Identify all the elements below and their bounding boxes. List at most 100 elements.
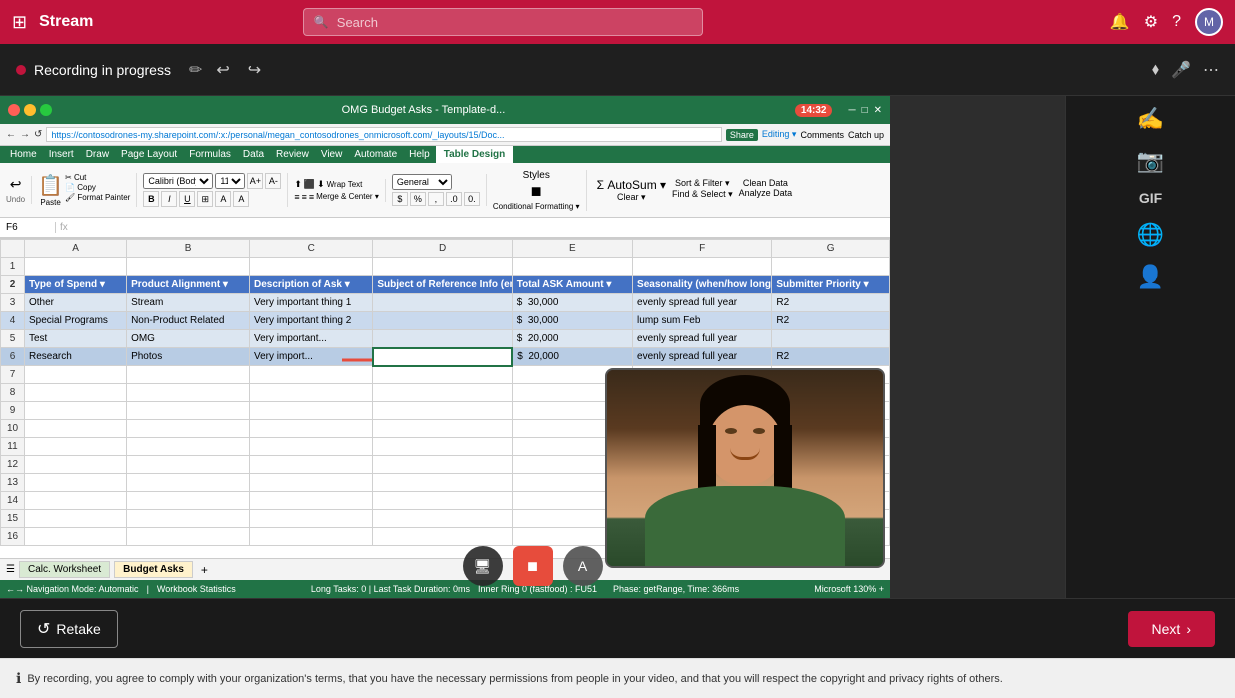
empty-cell[interactable] bbox=[250, 438, 373, 456]
clear-btn[interactable]: Clear ▾ bbox=[617, 192, 646, 203]
align-top-btn[interactable]: ⬆ bbox=[294, 179, 302, 190]
r3-season[interactable]: evenly spread full year bbox=[633, 294, 772, 312]
settings-button[interactable]: ⚙ bbox=[1144, 12, 1158, 32]
r1c3[interactable] bbox=[250, 258, 373, 276]
r3-priority[interactable]: R2 bbox=[772, 294, 890, 312]
empty-cell[interactable] bbox=[25, 474, 127, 492]
clean-data-btn[interactable]: Clean Data bbox=[743, 178, 788, 188]
pen-tool-btn[interactable]: ✍ bbox=[1137, 106, 1164, 132]
restore-icon[interactable]: □ bbox=[862, 105, 868, 116]
empty-cell[interactable] bbox=[250, 366, 373, 384]
empty-cell[interactable] bbox=[373, 492, 512, 510]
empty-cell[interactable] bbox=[373, 420, 512, 438]
header-product[interactable]: Product Alignment ▾ bbox=[127, 276, 250, 294]
forward-icon[interactable]: → bbox=[20, 129, 30, 140]
share-button[interactable]: Share bbox=[726, 129, 758, 141]
r4-amount[interactable]: $ 30,000 bbox=[512, 312, 632, 330]
r3-type[interactable]: Other bbox=[25, 294, 127, 312]
empty-cell[interactable] bbox=[25, 492, 127, 510]
r3-product[interactable]: Stream bbox=[127, 294, 250, 312]
empty-cell[interactable] bbox=[250, 420, 373, 438]
empty-cell[interactable] bbox=[373, 456, 512, 474]
r1c7[interactable] bbox=[772, 258, 890, 276]
r1c4[interactable] bbox=[373, 258, 512, 276]
r1c6[interactable] bbox=[633, 258, 772, 276]
r5-product[interactable]: OMG bbox=[127, 330, 250, 348]
copy-btn[interactable]: 📄 Copy bbox=[65, 183, 130, 192]
header-season[interactable]: Seasonality (when/how long) ▾ bbox=[633, 276, 772, 294]
italic-btn[interactable]: I bbox=[161, 191, 177, 207]
add-sheet-btn[interactable]: + bbox=[197, 563, 212, 577]
tab-review[interactable]: Review bbox=[270, 146, 315, 163]
minimize-button[interactable] bbox=[24, 104, 36, 116]
tab-data[interactable]: Data bbox=[237, 146, 270, 163]
search-bar[interactable]: 🔍 bbox=[303, 8, 703, 36]
close-button[interactable] bbox=[8, 104, 20, 116]
wand-button[interactable]: ⬧ bbox=[1152, 61, 1159, 79]
screen-share-letter-btn[interactable]: A bbox=[563, 546, 603, 586]
empty-cell[interactable] bbox=[127, 384, 250, 402]
empty-cell[interactable] bbox=[373, 438, 512, 456]
align-left-btn[interactable]: ≡ bbox=[294, 192, 299, 202]
maximize-button[interactable] bbox=[40, 104, 52, 116]
grid-icon[interactable]: ⊞ bbox=[12, 12, 27, 33]
empty-cell[interactable] bbox=[25, 510, 127, 528]
r6-season[interactable]: evenly spread full year bbox=[633, 348, 772, 366]
r6-subject[interactable] bbox=[373, 348, 512, 366]
retake-button[interactable]: ↺ Retake bbox=[20, 610, 118, 648]
r5-amount[interactable]: $ 20,000 bbox=[512, 330, 632, 348]
next-button[interactable]: Next › bbox=[1128, 611, 1215, 647]
empty-cell[interactable] bbox=[25, 384, 127, 402]
analyze-data-btn[interactable]: Analyze Data bbox=[739, 188, 793, 198]
avatar[interactable]: M bbox=[1195, 8, 1223, 36]
empty-cell[interactable] bbox=[250, 492, 373, 510]
percent-btn[interactable]: % bbox=[410, 192, 426, 206]
stop-recording-btn[interactable]: ■ bbox=[513, 546, 553, 586]
empty-cell[interactable] bbox=[250, 528, 373, 546]
more-options-button[interactable]: ⋯ bbox=[1203, 60, 1219, 80]
r6-desc[interactable]: Very import... bbox=[250, 348, 373, 366]
conditional-formatting-btn[interactable]: ■ bbox=[531, 181, 542, 202]
align-right-btn[interactable]: ≡ bbox=[309, 192, 314, 202]
r3-subject[interactable] bbox=[373, 294, 512, 312]
redo-button[interactable]: ↪ bbox=[244, 56, 265, 84]
tab-insert[interactable]: Insert bbox=[43, 146, 80, 163]
sheet-tab-calc[interactable]: Calc. Worksheet bbox=[19, 561, 110, 578]
undo-btn[interactable]: ↩ bbox=[6, 176, 25, 193]
currency-btn[interactable]: $ bbox=[392, 192, 408, 206]
notification-button[interactable]: 🔔 bbox=[1110, 12, 1130, 32]
empty-cell[interactable] bbox=[25, 528, 127, 546]
align-center-btn[interactable]: ≡ bbox=[302, 192, 307, 202]
font-family-select[interactable]: Calibri (Body) bbox=[143, 173, 213, 189]
format-painter-btn[interactable]: 🖌 Format Painter bbox=[65, 193, 130, 202]
tab-help[interactable]: Help bbox=[403, 146, 436, 163]
camera-tool-btn[interactable]: 📷 bbox=[1137, 148, 1164, 174]
r6-product[interactable]: Photos bbox=[127, 348, 250, 366]
fill-color-btn[interactable]: A bbox=[215, 191, 231, 207]
r1c1[interactable] bbox=[25, 258, 127, 276]
increase-font-btn[interactable]: A+ bbox=[247, 173, 263, 189]
bold-btn[interactable]: B bbox=[143, 191, 159, 207]
decrease-decimal-btn[interactable]: 0. bbox=[464, 192, 480, 206]
wrap-text-btn[interactable]: Wrap Text bbox=[327, 179, 363, 190]
header-priority[interactable]: Submitter Priority ▾ bbox=[772, 276, 890, 294]
r4-desc[interactable]: Very important thing 2 bbox=[250, 312, 373, 330]
help-button[interactable]: ? bbox=[1172, 13, 1181, 31]
r5-season[interactable]: evenly spread full year bbox=[633, 330, 772, 348]
underline-btn[interactable]: U bbox=[179, 191, 195, 207]
microphone-button[interactable]: 🎤 bbox=[1171, 60, 1191, 80]
align-bottom-btn[interactable]: ⬇ bbox=[317, 179, 325, 190]
r6-priority[interactable]: R2 bbox=[772, 348, 890, 366]
pen-icon[interactable]: ✏ bbox=[189, 60, 202, 80]
r5-desc[interactable]: Very important... bbox=[250, 330, 373, 348]
number-format-select[interactable]: General bbox=[392, 174, 452, 190]
tab-draw[interactable]: Draw bbox=[80, 146, 115, 163]
tab-formulas[interactable]: Formulas bbox=[183, 146, 237, 163]
cell-reference[interactable]: F6 bbox=[6, 222, 56, 233]
gif-tool-btn[interactable]: GIF bbox=[1139, 190, 1162, 206]
comments-button[interactable]: Comments bbox=[800, 130, 844, 140]
empty-cell[interactable] bbox=[250, 456, 373, 474]
empty-cell[interactable] bbox=[25, 366, 127, 384]
font-color-btn[interactable]: A bbox=[233, 191, 249, 207]
header-amount[interactable]: Total ASK Amount ▾ bbox=[512, 276, 632, 294]
